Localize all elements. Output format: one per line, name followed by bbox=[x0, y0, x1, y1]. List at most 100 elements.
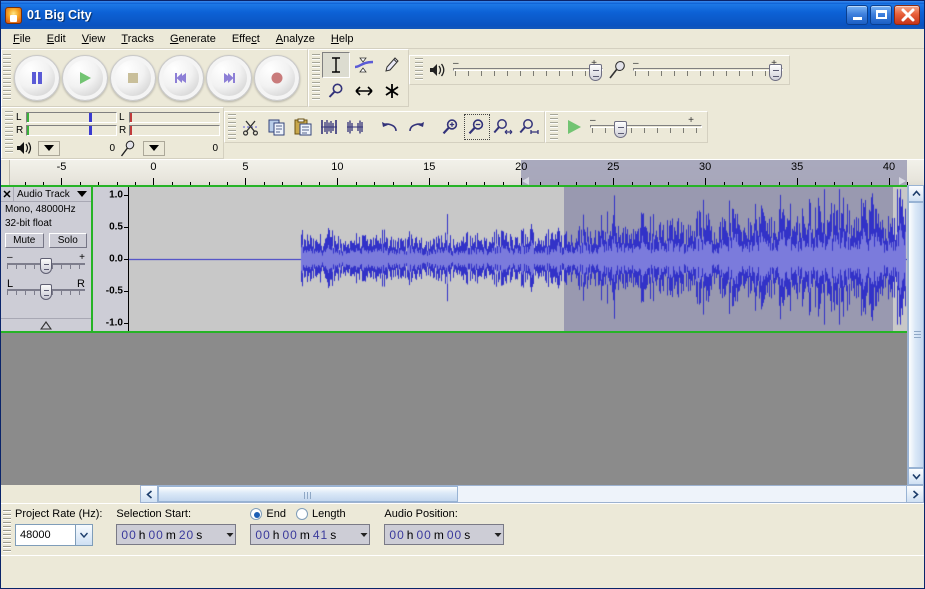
selection-tool[interactable] bbox=[322, 52, 350, 78]
scroll-left-button[interactable] bbox=[141, 486, 158, 502]
gain-plus-label: + bbox=[79, 252, 85, 263]
playback-speed-slider[interactable]: – + bbox=[590, 115, 702, 138]
scroll-down-button[interactable] bbox=[908, 468, 924, 485]
menu-view[interactable]: View bbox=[74, 31, 114, 47]
output-meter[interactable]: L R 0 bbox=[15, 109, 118, 157]
length-radio[interactable]: Length bbox=[296, 508, 346, 520]
multi-tool[interactable] bbox=[378, 78, 406, 104]
project-rate-combo[interactable]: 48000 bbox=[15, 524, 93, 546]
menu-edit[interactable]: Edit bbox=[39, 31, 74, 47]
output-meter-right-label: R bbox=[16, 125, 24, 136]
draw-tool[interactable] bbox=[378, 52, 406, 78]
speaker-icon bbox=[17, 142, 32, 154]
ruler-selection-band[interactable] bbox=[521, 160, 908, 186]
track-collapse-button[interactable] bbox=[1, 318, 91, 331]
play-button[interactable] bbox=[62, 55, 108, 101]
selection-right-handle[interactable] bbox=[899, 177, 907, 185]
end-radio[interactable]: End bbox=[250, 508, 286, 520]
selection-left-handle[interactable] bbox=[522, 177, 530, 185]
pause-button[interactable] bbox=[14, 55, 60, 101]
horizontal-scrollbar[interactable] bbox=[140, 485, 924, 503]
track-gain-slider[interactable]: – + bbox=[7, 252, 85, 274]
edit-toolbar-grip[interactable] bbox=[228, 114, 236, 140]
track-menu-chevron-down-icon[interactable] bbox=[77, 191, 87, 197]
menu-analyze[interactable]: Analyze bbox=[268, 31, 323, 47]
time-shift-tool[interactable] bbox=[350, 78, 378, 104]
output-volume-thumb[interactable] bbox=[589, 64, 602, 81]
meter-toolbar-grip[interactable] bbox=[5, 111, 13, 155]
silence-icon bbox=[347, 120, 363, 134]
envelope-tool[interactable] bbox=[350, 52, 378, 78]
zoom-tool[interactable] bbox=[322, 78, 350, 104]
selection-end-spinner[interactable] bbox=[358, 525, 369, 544]
vertical-ruler-tick bbox=[124, 227, 128, 228]
zoom-in-button[interactable] bbox=[438, 114, 464, 140]
copy-button[interactable] bbox=[264, 114, 290, 140]
skip-to-start-button[interactable] bbox=[158, 55, 204, 101]
maximize-button[interactable] bbox=[870, 5, 892, 25]
menu-effect[interactable]: Effect bbox=[224, 31, 268, 47]
scroll-up-button[interactable] bbox=[908, 185, 924, 202]
scroll-right-button[interactable] bbox=[906, 486, 923, 502]
selection-start-input[interactable]: 00 h 00 m 20 s bbox=[116, 524, 237, 545]
close-button[interactable] bbox=[894, 5, 920, 25]
skip-to-end-icon bbox=[224, 73, 235, 83]
project-rate-chevron-down-icon[interactable] bbox=[75, 525, 92, 545]
track-panel-header: ✕ Audio Track bbox=[1, 187, 91, 202]
cut-button[interactable] bbox=[238, 114, 264, 140]
gain-thumb[interactable] bbox=[40, 258, 52, 274]
fit-selection-button[interactable] bbox=[490, 114, 516, 140]
silence-selection-button[interactable] bbox=[342, 114, 368, 140]
audio-position-spinner[interactable] bbox=[492, 525, 503, 544]
vertical-ruler-label: -0.5 bbox=[105, 285, 123, 297]
input-volume-thumb[interactable] bbox=[769, 64, 782, 81]
audio-track[interactable]: ✕ Audio Track Mono, 48000Hz 32-bit float… bbox=[1, 185, 907, 333]
timeline-ruler[interactable]: -5 0 5 10 15 20 25 30 35 40 bbox=[10, 160, 924, 186]
input-meter[interactable]: L R 0 bbox=[118, 109, 221, 157]
minimize-button[interactable] bbox=[846, 5, 868, 25]
selection-toolbar-grip[interactable] bbox=[3, 510, 11, 553]
menu-tracks[interactable]: Tracks bbox=[113, 31, 162, 47]
track-pan-slider[interactable]: L R bbox=[7, 278, 85, 300]
play-at-speed-toolbar-grip[interactable] bbox=[550, 114, 558, 140]
trim-outside-selection-button[interactable] bbox=[316, 114, 342, 140]
solo-button[interactable]: Solo bbox=[48, 233, 87, 248]
waveform-display[interactable] bbox=[129, 187, 907, 331]
audio-position-label: Audio Position: bbox=[384, 508, 458, 520]
transport-toolbar-grip[interactable] bbox=[3, 54, 11, 102]
pan-thumb[interactable] bbox=[40, 284, 52, 300]
redo-button[interactable] bbox=[403, 114, 429, 140]
redo-icon bbox=[409, 122, 424, 132]
play-at-speed-button[interactable] bbox=[560, 114, 588, 140]
record-button[interactable] bbox=[254, 55, 300, 101]
output-meter-menu-button[interactable] bbox=[38, 140, 60, 156]
ruler-label: 10 bbox=[331, 161, 344, 173]
input-meter-menu-button[interactable] bbox=[143, 140, 165, 156]
menu-file[interactable]: File bbox=[5, 31, 39, 47]
selection-end-input[interactable]: 00 h 00 m 41 s bbox=[250, 524, 371, 545]
mixer-toolbar-grip[interactable] bbox=[415, 58, 423, 82]
fit-project-button[interactable] bbox=[516, 114, 542, 140]
track-close-button[interactable]: ✕ bbox=[1, 187, 14, 201]
output-volume-slider[interactable]: – + bbox=[453, 58, 603, 81]
selection-start-field: Selection Start: 00 h 00 m 20 s bbox=[116, 508, 237, 545]
menu-generate[interactable]: Generate bbox=[162, 31, 224, 47]
menu-help[interactable]: Help bbox=[323, 31, 362, 47]
mute-button[interactable]: Mute bbox=[5, 233, 44, 248]
input-volume-slider[interactable]: – + bbox=[633, 58, 783, 81]
undo-button[interactable] bbox=[377, 114, 403, 140]
chevron-right-icon bbox=[912, 489, 919, 499]
playback-speed-thumb[interactable] bbox=[614, 121, 627, 138]
paste-button[interactable] bbox=[290, 114, 316, 140]
skip-to-end-button[interactable] bbox=[206, 55, 252, 101]
horizontal-scroll-thumb[interactable] bbox=[158, 486, 458, 502]
vertical-scrollbar[interactable] bbox=[907, 185, 924, 485]
selection-start-spinner[interactable] bbox=[224, 525, 235, 544]
project-rate-label: Project Rate (Hz): bbox=[15, 508, 103, 520]
selection-start-minutes: 00 bbox=[148, 527, 164, 542]
tools-toolbar-grip[interactable] bbox=[312, 54, 320, 102]
zoom-out-button[interactable] bbox=[464, 114, 490, 140]
stop-button[interactable] bbox=[110, 55, 156, 101]
vertical-scroll-thumb[interactable] bbox=[908, 202, 924, 468]
audio-position-input[interactable]: 00 h 00 m 00 s bbox=[384, 524, 505, 545]
